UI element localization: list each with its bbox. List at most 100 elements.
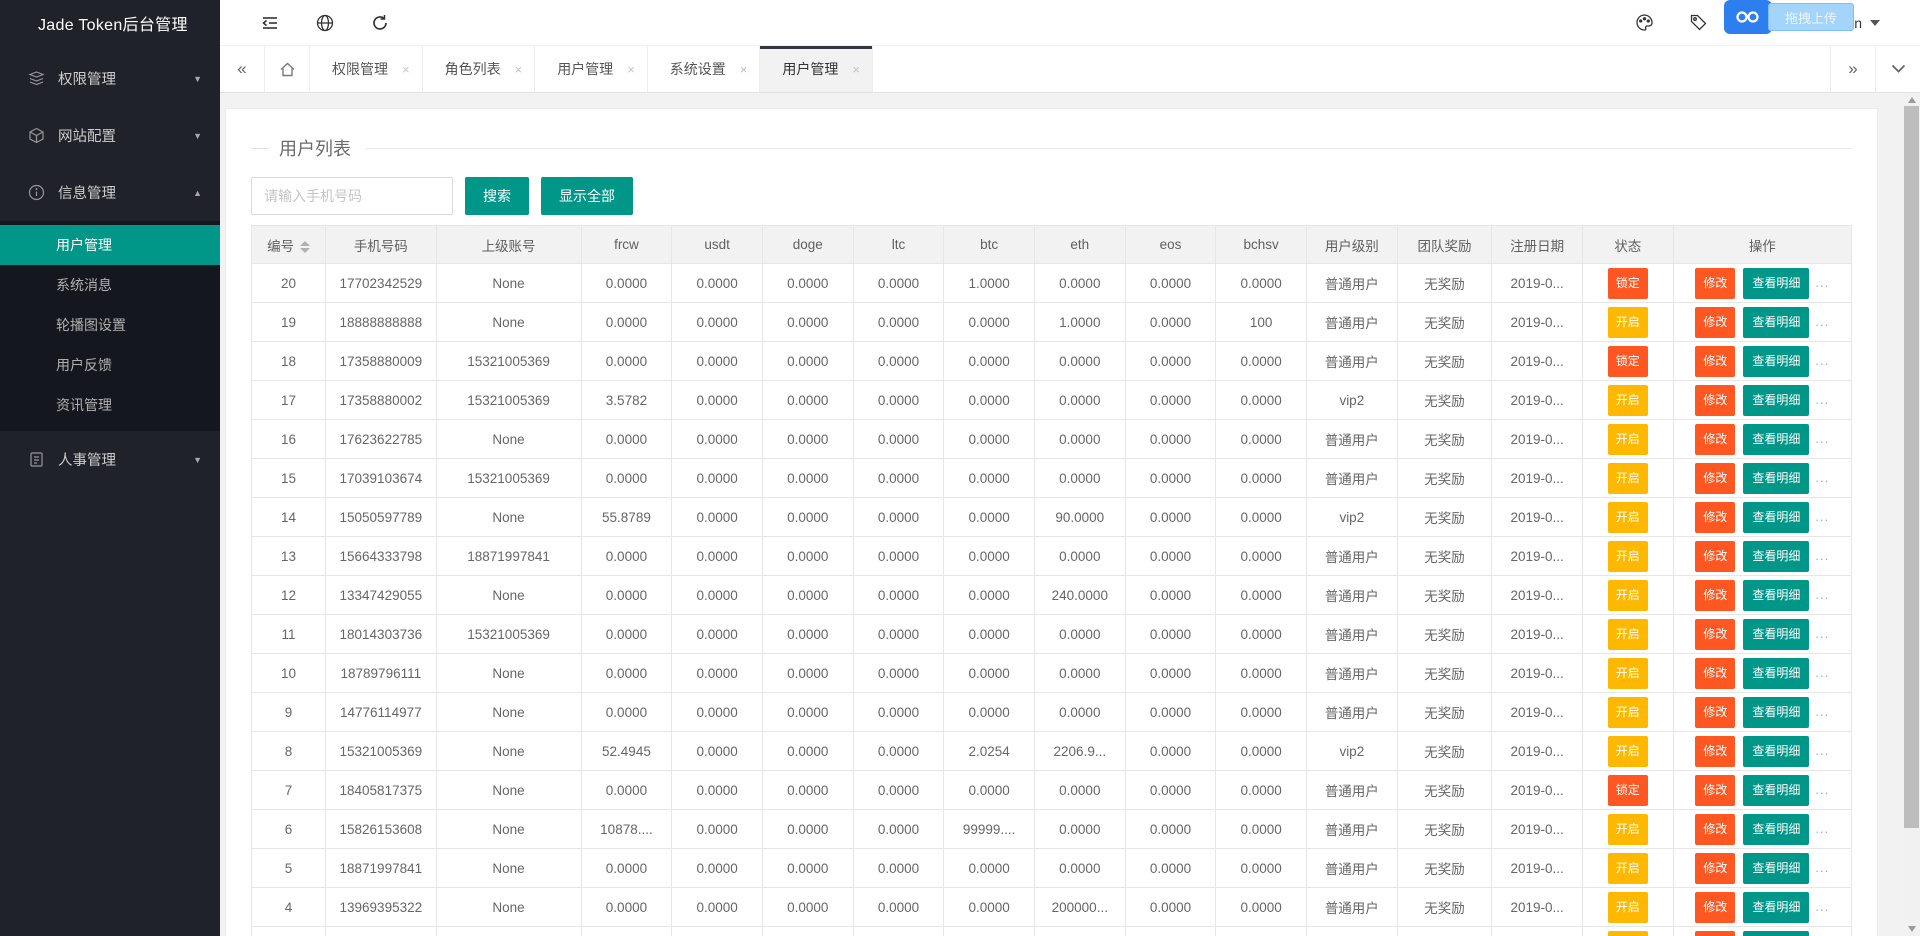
status-toggle-button[interactable]: 开启 <box>1608 424 1648 455</box>
edit-button[interactable]: 修改 <box>1695 931 1735 936</box>
more-actions-ellipsis[interactable]: ... <box>1815 899 1829 914</box>
status-toggle-button[interactable]: 锁定 <box>1608 346 1648 377</box>
view-detail-button[interactable]: 查看明细 <box>1743 463 1809 494</box>
status-toggle-button[interactable]: 锁定 <box>1608 268 1648 299</box>
edit-button[interactable]: 修改 <box>1695 580 1735 611</box>
status-toggle-button[interactable]: 开启 <box>1608 814 1648 845</box>
tab-close-icon[interactable]: × <box>740 62 748 77</box>
tabs-menu-button[interactable] <box>1875 46 1920 92</box>
more-actions-ellipsis[interactable]: ... <box>1815 704 1829 719</box>
view-detail-button[interactable]: 查看明细 <box>1743 346 1809 377</box>
edit-button[interactable]: 修改 <box>1695 658 1735 689</box>
tabs-scroll-left-button[interactable]: « <box>220 46 265 92</box>
sidebar-item-权限管理[interactable]: 权限管理▼ <box>0 50 220 107</box>
edit-button[interactable]: 修改 <box>1695 814 1735 845</box>
view-detail-button[interactable]: 查看明细 <box>1743 736 1809 767</box>
view-detail-button[interactable]: 查看明细 <box>1743 580 1809 611</box>
status-toggle-button[interactable]: 开启 <box>1608 385 1648 416</box>
more-actions-ellipsis[interactable]: ... <box>1815 665 1829 680</box>
more-actions-ellipsis[interactable]: ... <box>1815 821 1829 836</box>
view-detail-button[interactable]: 查看明细 <box>1743 502 1809 533</box>
status-toggle-button[interactable]: 开启 <box>1608 502 1648 533</box>
home-tab-icon[interactable] <box>265 46 310 92</box>
edit-button[interactable]: 修改 <box>1695 307 1735 338</box>
view-detail-button[interactable]: 查看明细 <box>1743 931 1809 936</box>
tab-系统设置[interactable]: 系统设置× <box>648 46 761 92</box>
status-toggle-button[interactable]: 开启 <box>1608 892 1648 923</box>
scrollbar-thumb[interactable] <box>1904 106 1919 828</box>
sidebar-subitem-轮播图设置[interactable]: 轮播图设置 <box>0 305 220 345</box>
tabs-scroll-right-button[interactable]: » <box>1830 46 1875 92</box>
edit-button[interactable]: 修改 <box>1695 892 1735 923</box>
edit-button[interactable]: 修改 <box>1695 736 1735 767</box>
status-toggle-button[interactable]: 开启 <box>1608 619 1648 650</box>
tab-close-icon[interactable]: × <box>515 62 523 77</box>
status-toggle-button[interactable]: 开启 <box>1608 853 1648 884</box>
sidebar-subitem-系统消息[interactable]: 系统消息 <box>0 265 220 305</box>
edit-button[interactable]: 修改 <box>1695 541 1735 572</box>
view-detail-button[interactable]: 查看明细 <box>1743 619 1809 650</box>
edit-button[interactable]: 修改 <box>1695 346 1735 377</box>
view-detail-button[interactable]: 查看明细 <box>1743 541 1809 572</box>
more-actions-ellipsis[interactable]: ... <box>1815 782 1829 797</box>
tag-icon[interactable] <box>1672 12 1726 33</box>
edit-button[interactable]: 修改 <box>1695 463 1735 494</box>
sidebar-item-信息管理[interactable]: 信息管理▲ <box>0 164 220 221</box>
more-actions-ellipsis[interactable]: ... <box>1815 470 1829 485</box>
status-toggle-button[interactable]: 开启 <box>1608 307 1648 338</box>
status-toggle-button[interactable]: 开启 <box>1608 463 1648 494</box>
more-actions-ellipsis[interactable]: ... <box>1815 587 1829 602</box>
sort-icon[interactable] <box>300 241 310 253</box>
view-detail-button[interactable]: 查看明细 <box>1743 892 1809 923</box>
phone-search-input[interactable] <box>251 177 453 215</box>
view-detail-button[interactable]: 查看明细 <box>1743 385 1809 416</box>
search-button[interactable]: 搜索 <box>465 177 529 215</box>
vertical-scrollbar[interactable] <box>1903 93 1920 936</box>
view-detail-button[interactable]: 查看明细 <box>1743 775 1809 806</box>
sidebar-subitem-资讯管理[interactable]: 资讯管理 <box>0 385 220 425</box>
more-actions-ellipsis[interactable]: ... <box>1815 509 1829 524</box>
scroll-up-arrow-icon[interactable] <box>1903 93 1920 107</box>
status-toggle-button[interactable]: 开启 <box>1608 697 1648 728</box>
column-header-编号[interactable]: 编号 <box>252 226 326 264</box>
sidebar-item-网站配置[interactable]: 网站配置▼ <box>0 107 220 164</box>
sidebar-subitem-用户管理[interactable]: 用户管理 <box>0 225 220 265</box>
more-actions-ellipsis[interactable]: ... <box>1815 353 1829 368</box>
more-actions-ellipsis[interactable]: ... <box>1815 743 1829 758</box>
refresh-icon[interactable] <box>352 13 407 33</box>
edit-button[interactable]: 修改 <box>1695 775 1735 806</box>
tab-用户管理-active[interactable]: 用户管理× <box>760 46 873 92</box>
tab-权限管理[interactable]: 权限管理× <box>310 46 423 92</box>
view-detail-button[interactable]: 查看明细 <box>1743 424 1809 455</box>
edit-button[interactable]: 修改 <box>1695 853 1735 884</box>
more-actions-ellipsis[interactable]: ... <box>1815 548 1829 563</box>
scroll-down-arrow-icon[interactable] <box>1903 922 1920 936</box>
status-toggle-button[interactable]: 开启 <box>1608 736 1648 767</box>
tab-close-icon[interactable]: × <box>402 62 410 77</box>
view-detail-button[interactable]: 查看明细 <box>1743 814 1809 845</box>
drag-upload-button[interactable]: 拖拽上传 <box>1768 3 1854 31</box>
status-toggle-button[interactable]: 锁定 <box>1608 775 1648 806</box>
status-toggle-button[interactable]: 开启 <box>1608 931 1648 936</box>
view-detail-button[interactable]: 查看明细 <box>1743 307 1809 338</box>
more-actions-ellipsis[interactable]: ... <box>1815 431 1829 446</box>
edit-button[interactable]: 修改 <box>1695 502 1735 533</box>
status-toggle-button[interactable]: 开启 <box>1608 541 1648 572</box>
view-detail-button[interactable]: 查看明细 <box>1743 853 1809 884</box>
edit-button[interactable]: 修改 <box>1695 697 1735 728</box>
status-toggle-button[interactable]: 开启 <box>1608 580 1648 611</box>
more-actions-ellipsis[interactable]: ... <box>1815 314 1829 329</box>
tab-用户管理[interactable]: 用户管理× <box>535 46 648 92</box>
edit-button[interactable]: 修改 <box>1695 424 1735 455</box>
view-detail-button[interactable]: 查看明细 <box>1743 268 1809 299</box>
more-actions-ellipsis[interactable]: ... <box>1815 275 1829 290</box>
more-actions-ellipsis[interactable]: ... <box>1815 626 1829 641</box>
show-all-button[interactable]: 显示全部 <box>541 177 633 215</box>
edit-button[interactable]: 修改 <box>1695 385 1735 416</box>
sidebar-item-人事管理[interactable]: 人事管理▼ <box>0 431 220 488</box>
theme-palette-icon[interactable] <box>1618 12 1672 33</box>
status-toggle-button[interactable]: 开启 <box>1608 658 1648 689</box>
more-actions-ellipsis[interactable]: ... <box>1815 392 1829 407</box>
netdisk-share-icon[interactable] <box>1724 0 1772 34</box>
tab-角色列表[interactable]: 角色列表× <box>423 46 536 92</box>
